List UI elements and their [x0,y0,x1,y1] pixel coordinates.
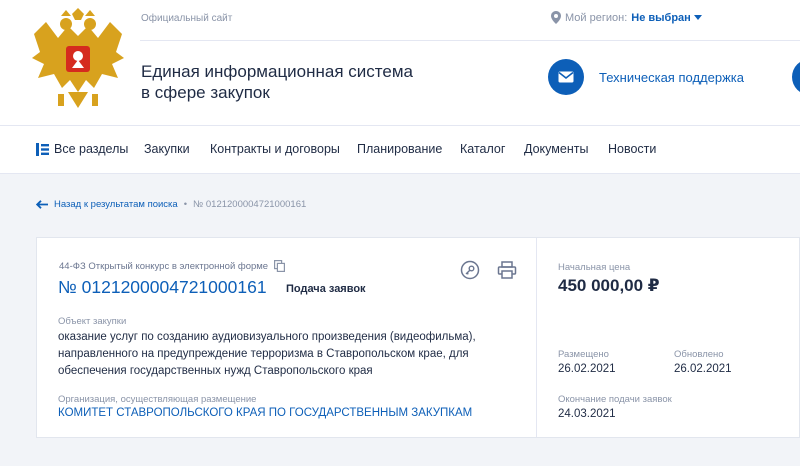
posted-date: 26.02.2021 [558,363,616,375]
object-line-1: оказание услуг по созданию аудиовизуальн… [58,331,476,343]
object-line-2: направленного на предупреждение террориз… [58,348,469,360]
law-type-text: 44-ФЗ Открытый конкурс в электронной фор… [59,260,269,272]
deadline-label: Окончание подачи заявок [558,394,672,405]
print-icon[interactable] [497,260,517,280]
breadcrumb-current: № 0121200004721000161 [193,199,307,210]
stage-status: Подача заявок [286,283,366,295]
initial-price: 450 000,00 ₽ [558,276,660,295]
nav-news[interactable]: Новости [608,142,656,156]
posted-label: Размещено [558,349,609,360]
nav-purchases[interactable]: Закупки [144,142,190,156]
official-site-label: Официальный сайт [141,13,233,24]
region-selector[interactable]: Мой регион: Не выбран [551,11,702,24]
header-divider [140,40,800,41]
nav-all-sections-label: Все разделы [54,142,129,156]
nav-catalog[interactable]: Каталог [460,142,505,156]
site-title[interactable]: Единая информационная система в сфере за… [141,61,413,103]
coat-of-arms-logo[interactable] [28,8,128,112]
region-value-text: Не выбран [631,11,691,24]
key-icon[interactable] [460,260,480,280]
arrow-left-icon [36,200,48,209]
object-description: оказание услуг по созданию аудиовизуальн… [58,329,476,380]
site-title-line1: Единая информационная система [141,62,413,81]
main-nav: Все разделы Закупки Контракты и договоры… [0,125,800,174]
back-to-results-link[interactable]: Назад к результатам поиска [36,199,178,210]
nav-documents[interactable]: Документы [524,142,588,156]
location-pin-icon [551,11,561,24]
chevron-down-icon [693,15,702,20]
user-menu-button[interactable] [792,59,800,95]
tech-support-link[interactable]: Техническая поддержка [548,59,744,95]
updated-label: Обновлено [674,349,724,360]
updated-date: 26.02.2021 [674,363,732,375]
object-label: Объект закупки [58,316,127,327]
registry-number[interactable]: № 0121200004721000161 [58,277,267,298]
price-label: Начальная цена [558,262,631,273]
nav-contracts[interactable]: Контракты и договоры [210,142,340,156]
law-type: 44-ФЗ Открытый конкурс в электронной фор… [59,260,286,272]
purchase-card: 44-ФЗ Открытый конкурс в электронной фор… [36,237,800,438]
site-header: Официальный сайт Мой регион: Не выбран Е… [0,0,800,125]
content-area: Назад к результатам поиска • № 012120000… [0,174,800,466]
mail-icon [558,71,574,83]
org-name-link[interactable]: КОМИТЕТ СТАВРОПОЛЬСКОГО КРАЯ ПО ГОСУДАРС… [58,407,472,419]
nav-all-sections[interactable]: Все разделы [36,142,128,156]
card-divider [536,238,537,437]
object-line-3: обеспечения государственных нужд Ставроп… [58,365,373,377]
support-label: Техническая поддержка [599,69,744,85]
breadcrumb-separator: • [183,199,188,210]
menu-grid-icon [36,142,49,156]
deadline-date: 24.03.2021 [558,408,616,420]
site-title-line2: в сфере закупок [141,83,270,102]
nav-planning[interactable]: Планирование [357,142,442,156]
region-value[interactable]: Не выбран [631,12,702,24]
breadcrumb: Назад к результатам поиска • № 012120000… [36,199,306,210]
org-label: Организация, осуществляющая размещение [58,394,257,405]
back-label: Назад к результатам поиска [54,199,178,210]
copy-icon[interactable] [274,260,286,272]
region-label: Мой регион: [565,11,628,24]
support-icon-circle [548,59,584,95]
